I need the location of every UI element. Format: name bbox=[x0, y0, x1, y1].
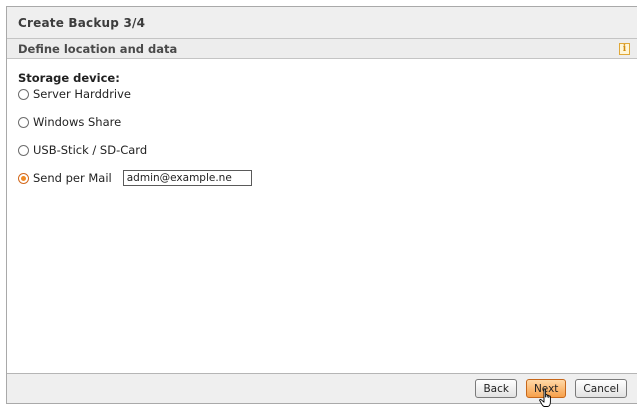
dialog-title: Create Backup 3/4 bbox=[7, 7, 637, 39]
email-field[interactable] bbox=[122, 170, 252, 186]
radio-send-per-mail[interactable] bbox=[18, 172, 29, 184]
radio-server-harddrive[interactable] bbox=[18, 88, 29, 100]
storage-device-label: Storage device: bbox=[18, 71, 120, 85]
option-send-per-mail[interactable]: Send per Mail bbox=[18, 170, 637, 186]
option-windows-share[interactable]: Windows Share bbox=[18, 115, 637, 129]
radio-windows-share[interactable] bbox=[18, 116, 29, 128]
section-header: Define location and data i bbox=[7, 39, 637, 59]
option-label: USB-Stick / SD-Card bbox=[33, 143, 148, 157]
cancel-button[interactable]: Cancel bbox=[575, 379, 627, 398]
hand-cursor-icon bbox=[539, 388, 551, 407]
option-label: Server Harddrive bbox=[33, 87, 131, 101]
option-label: Send per Mail bbox=[33, 171, 112, 185]
create-backup-dialog: Create Backup 3/4 Define location and da… bbox=[6, 6, 637, 404]
radio-usb-stick[interactable] bbox=[18, 144, 29, 156]
option-usb-stick[interactable]: USB-Stick / SD-Card bbox=[18, 143, 637, 157]
storage-form: Storage device: Server Harddrive Windows… bbox=[7, 59, 637, 186]
option-label: Windows Share bbox=[33, 115, 122, 129]
option-server-harddrive[interactable]: Server Harddrive bbox=[18, 87, 637, 101]
info-icon[interactable]: i bbox=[619, 42, 630, 55]
back-button[interactable]: Back bbox=[475, 379, 517, 398]
section-title: Define location and data bbox=[18, 41, 178, 56]
